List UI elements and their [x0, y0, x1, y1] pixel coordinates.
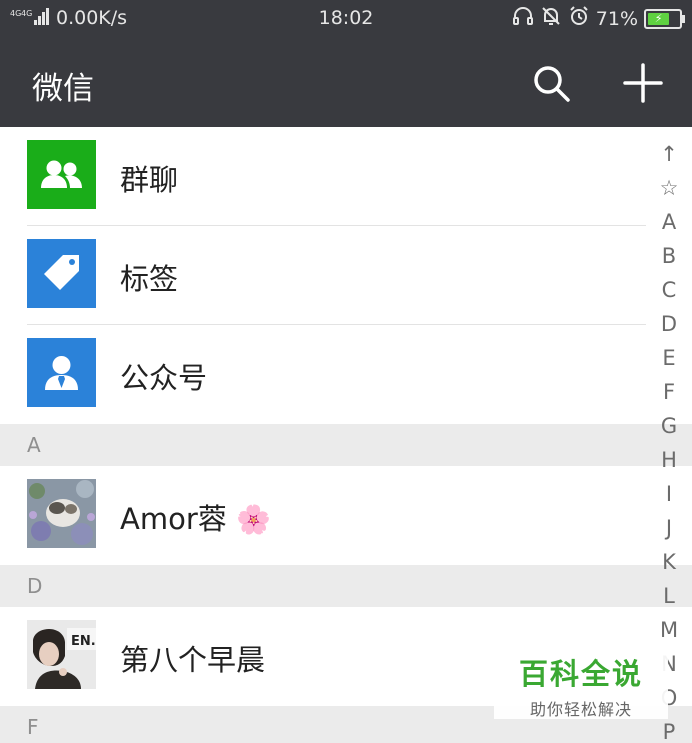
app-bar: 微信	[0, 37, 692, 127]
search-icon[interactable]	[530, 62, 572, 104]
contact-row[interactable]: Amor蓉 🌸	[0, 466, 692, 565]
list-item-group-chat[interactable]: 群聊	[0, 127, 692, 226]
alarm-icon	[568, 5, 590, 32]
section-header-d: D	[0, 565, 692, 607]
contact-name-text: Amor蓉	[120, 502, 227, 536]
headset-icon	[512, 5, 534, 32]
page-title: 微信	[32, 71, 94, 107]
index-letter[interactable]: H	[646, 443, 692, 477]
tag-icon	[27, 239, 96, 308]
list-item-label: 群聊	[120, 163, 179, 197]
battery-level-fill: ⚡	[648, 12, 670, 25]
official-account-icon	[27, 338, 96, 407]
list-item-label: 标签	[120, 262, 179, 296]
contact-name: 第八个早晨	[120, 643, 266, 677]
index-letter[interactable]: J	[646, 511, 692, 545]
list-item-label: 公众号	[120, 361, 208, 395]
status-bar: 4G 4G 0.00K/s 18:02 71% ⚡	[0, 0, 692, 37]
index-letter[interactable]: D	[646, 307, 692, 341]
avatar: EN.	[27, 620, 96, 689]
index-letter[interactable]: F	[646, 375, 692, 409]
battery-percent: 71%	[595, 7, 638, 30]
index-letter[interactable]: K	[646, 545, 692, 579]
plus-icon[interactable]	[622, 62, 664, 104]
index-letter[interactable]: A	[646, 205, 692, 239]
index-letter[interactable]: C	[646, 273, 692, 307]
avatar	[27, 479, 96, 548]
watermark-title: 百科全说	[518, 657, 643, 691]
index-letter[interactable]: I	[646, 477, 692, 511]
index-letter[interactable]: E	[646, 341, 692, 375]
index-letter[interactable]: L	[646, 579, 692, 613]
mute-bell-icon	[540, 5, 562, 32]
watermark-logo: 百科全说 助你轻松解决	[494, 647, 668, 719]
status-icons: 71% ⚡	[512, 5, 685, 32]
list-item-official-accounts[interactable]: 公众号	[0, 325, 692, 424]
group-chat-icon	[27, 140, 96, 209]
flower-emoji: 🌸	[235, 503, 271, 536]
index-letter[interactable]: ☆	[646, 171, 692, 205]
svg-text:EN.: EN.	[71, 634, 96, 649]
battery-icon: ⚡	[644, 8, 685, 29]
index-letter[interactable]: ↑	[646, 137, 692, 171]
list-item-tags[interactable]: 标签	[0, 226, 692, 325]
index-letter[interactable]: B	[646, 239, 692, 273]
watermark-subtitle: 助你轻松解决	[529, 700, 632, 719]
index-letter[interactable]: G	[646, 409, 692, 443]
section-header-a: A	[0, 424, 692, 466]
contact-name: Amor蓉 🌸	[120, 496, 271, 538]
index-letter[interactable]: M	[646, 613, 692, 647]
